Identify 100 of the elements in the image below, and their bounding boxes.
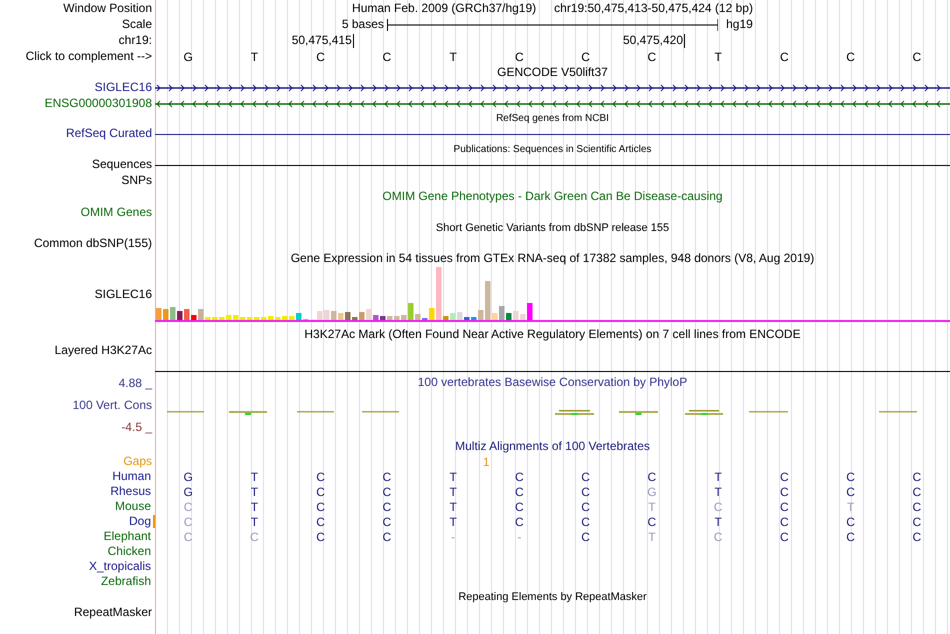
track-title: Multiz Alignments of 100 Vertebrates: [455, 440, 650, 454]
track-label[interactable]: SIGLEC16: [94, 81, 152, 95]
track-label[interactable]: RefSeq Curated: [66, 127, 152, 141]
base-letter[interactable]: T: [250, 51, 258, 63]
base-letter: G: [183, 486, 193, 498]
track-label[interactable]: 100 Vert. Cons: [72, 398, 152, 412]
scale-text: hg19: [725, 18, 754, 32]
base-letter: C: [780, 530, 789, 542]
track-label[interactable]: Common dbSNP(155): [34, 236, 152, 250]
base-letter: T: [714, 486, 722, 498]
base-letter[interactable]: C: [780, 51, 789, 63]
base-letter: C: [780, 500, 789, 512]
track-title: Short Genetic Variants from dbSNP release 155: [436, 222, 670, 234]
base-letter: T: [714, 516, 722, 528]
base-letter: C: [316, 486, 325, 498]
base-letter[interactable]: T: [449, 51, 457, 63]
gene-strand-line[interactable]: [155, 83, 950, 93]
base-letter: C: [846, 516, 855, 528]
base-letter: C: [846, 486, 855, 498]
base-letter: C: [581, 516, 590, 528]
base-letter: -: [451, 530, 456, 542]
base-letter: C: [714, 500, 722, 512]
base-letter: T: [449, 516, 457, 528]
base-letter: C: [912, 530, 922, 542]
base-letter: T: [250, 470, 258, 482]
base-letter: T: [250, 500, 258, 512]
track-title: Publications: Sequences in Scientific Articles: [454, 144, 652, 155]
base-letter: C: [515, 500, 524, 512]
base-letter: T: [648, 530, 656, 542]
base-letter: C: [316, 470, 325, 482]
base-letter[interactable]: C: [846, 51, 855, 63]
base-letter: T: [250, 516, 258, 528]
base-letter: C: [846, 470, 855, 482]
expression-bars-drawing[interactable]: [155, 267, 950, 323]
axis-max-label: 4.88 _: [118, 377, 152, 390]
track-title: RefSeq genes from NCBI: [496, 113, 609, 124]
base-letter: C: [515, 470, 524, 482]
track-label[interactable]: Chicken: [108, 544, 155, 558]
track-title: 100 vertebrates Basewise Conservation by PhyloP: [416, 375, 688, 389]
assembly-title: Human Feb. 2009 (GRCh37/hg19): [352, 2, 536, 16]
track-label[interactable]: Zebrafish: [100, 574, 155, 588]
row-label: chr19:: [118, 34, 152, 48]
base-letter[interactable]: C: [581, 51, 590, 63]
base-letter[interactable]: T: [714, 51, 722, 63]
base-letter[interactable]: C: [316, 51, 325, 63]
track-label[interactable]: SIGLEC16: [94, 288, 152, 302]
base-letter[interactable]: C: [515, 51, 524, 63]
base-letter: T: [449, 470, 457, 482]
track-label[interactable]: Mouse: [114, 500, 155, 514]
track-label[interactable]: SNPs: [121, 174, 152, 188]
track-label[interactable]: X_tropicalis: [88, 560, 155, 574]
gap-count: 1: [482, 456, 490, 468]
base-letter[interactable]: C: [648, 51, 656, 63]
position-text: chr19:50,475,413-50,475,424 (12 bp): [554, 2, 753, 16]
row-label: Click to complement -->: [26, 50, 152, 64]
base-letter: C: [581, 486, 590, 498]
base-letter: T: [449, 486, 457, 498]
gene-strand-line[interactable]: [155, 98, 950, 108]
base-letter: C: [581, 470, 590, 482]
base-letter[interactable]: C: [382, 51, 392, 63]
base-letter[interactable]: C: [912, 51, 922, 63]
track-label[interactable]: Human: [112, 470, 155, 484]
track-label[interactable]: Elephant: [104, 530, 155, 544]
track-title: H3K27Ac Mark (Often Found Near Active Regulatory Elements) on 7 cell lines from ENCODE: [304, 328, 801, 342]
base-letter: C: [382, 486, 392, 498]
track-title: OMIM Gene Phenotypes - Dark Green Can Be Disease-causing: [382, 190, 723, 204]
track-label[interactable]: Sequences: [92, 158, 152, 172]
tick-label: 50,475,415: [292, 34, 354, 48]
base-letter: G: [183, 470, 193, 482]
base-letter: T: [250, 486, 258, 498]
row-label: Scale: [122, 18, 152, 32]
track-label[interactable]: ENSG00000301908: [44, 96, 152, 110]
base-letter: C: [912, 470, 922, 482]
base-letter: C: [184, 530, 192, 542]
base-letter: C: [780, 516, 789, 528]
base-letter: C: [912, 486, 922, 498]
row-label: Window Position: [63, 2, 152, 16]
base-letter[interactable]: G: [183, 51, 193, 63]
base-letter: C: [382, 470, 392, 482]
base-letter: C: [648, 470, 656, 482]
base-letter: C: [382, 516, 392, 528]
track-label[interactable]: Rhesus: [110, 484, 155, 498]
base-letter: C: [912, 500, 922, 512]
conservation-segment: [685, 408, 723, 417]
conservation-segment: [229, 408, 267, 417]
base-letter: G: [647, 486, 657, 498]
track-label[interactable]: OMIM Genes: [80, 206, 152, 220]
base-letter: T: [846, 500, 854, 512]
track-label[interactable]: Dog: [128, 514, 155, 528]
base-letter: C: [714, 530, 722, 542]
base-letter: T: [449, 500, 457, 512]
base-letter: C: [581, 500, 590, 512]
conservation-segment: [619, 408, 658, 417]
track-label[interactable]: Layered H3K27Ac: [54, 344, 152, 358]
track-label[interactable]: RepeatMasker: [74, 606, 152, 620]
base-letter: C: [648, 516, 656, 528]
track-title: Gene Expression in 54 tissues from GTEx RNA-seq of 17382 samples, 948 donors (V8, Aug 2019): [290, 252, 814, 266]
tick-label: 50,475,420: [622, 34, 685, 48]
base-letter: T: [648, 500, 656, 512]
base-letter: C: [316, 516, 325, 528]
